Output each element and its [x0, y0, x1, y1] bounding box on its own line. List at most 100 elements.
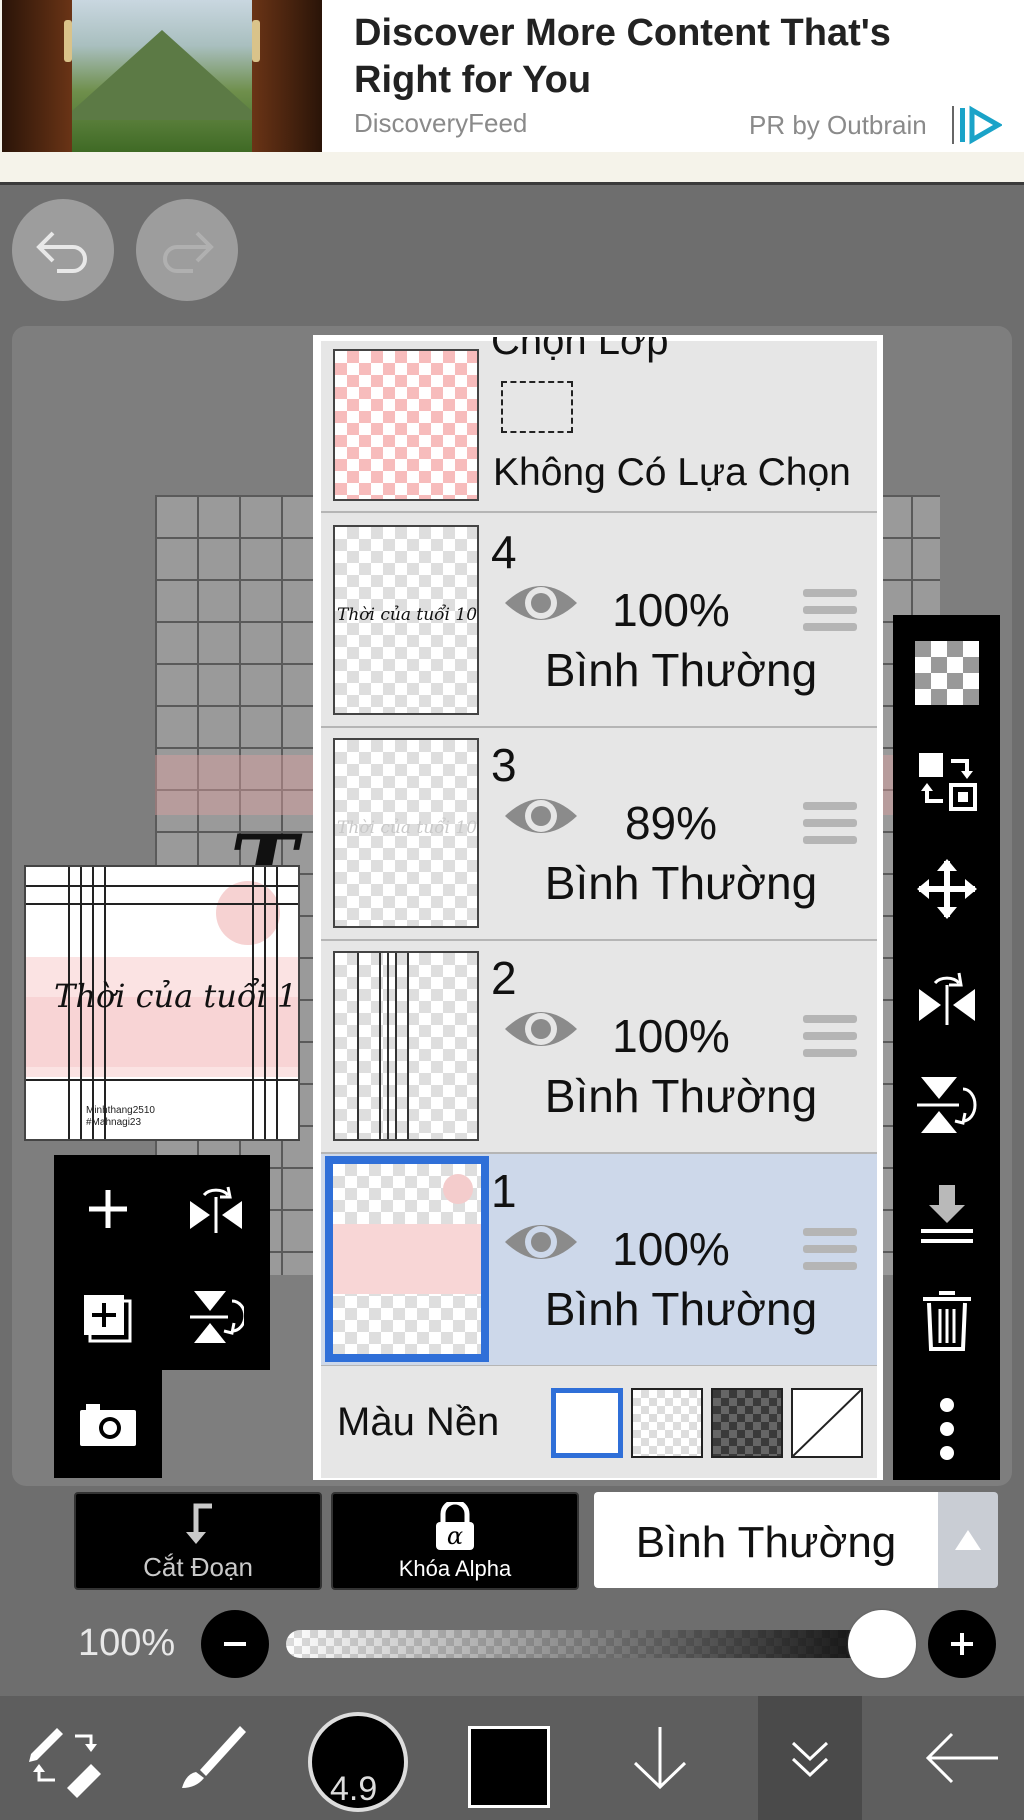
layer-down-button[interactable] — [600, 1696, 720, 1820]
background-transparent-dark-swatch[interactable] — [711, 1388, 783, 1458]
drag-handle-icon[interactable] — [803, 1015, 857, 1057]
ad-door-knob — [64, 20, 72, 62]
opacity-increase-button[interactable] — [928, 1610, 996, 1678]
layer-thumbnail: Thời của tuổi 10 — [333, 525, 479, 715]
swap-layer-button[interactable] — [893, 727, 1000, 835]
double-chevron-down-icon — [791, 1741, 829, 1778]
ad-image[interactable] — [2, 0, 322, 152]
opacity-slider-track[interactable] — [286, 1630, 886, 1658]
flip-layer-vertical-button[interactable] — [162, 1263, 270, 1371]
thumbnail-flower — [443, 1174, 473, 1204]
blend-mode-toggle[interactable] — [938, 1492, 998, 1588]
layer-row-1[interactable]: 1 100% Bình Thường — [321, 1154, 877, 1367]
background-transparent-light-swatch[interactable] — [631, 1388, 703, 1458]
clipping-button[interactable]: Cắt Đoạn — [74, 1492, 322, 1590]
preview-title-text: Thời của tuổi 10 — [54, 977, 300, 1015]
delete-layer-button[interactable] — [893, 1267, 1000, 1375]
diagonal-slash-icon — [793, 1390, 861, 1456]
thumbnail-line — [407, 953, 409, 1139]
thumbnail-line — [387, 953, 389, 1139]
pen-eraser-swap-icon — [29, 1728, 101, 1798]
trash-icon — [922, 1291, 971, 1351]
brush-size-value: 4.9 — [330, 1770, 378, 1808]
ad-divider — [952, 106, 954, 144]
ad-source: DiscoveryFeed — [354, 108, 528, 138]
layer-number: 2 — [491, 952, 517, 1004]
background-none-swatch[interactable] — [791, 1388, 863, 1458]
preview-username: Minhthang2510 — [86, 1105, 155, 1116]
move-layer-button[interactable] — [893, 835, 1000, 943]
brush-tool-button[interactable] — [150, 1696, 270, 1820]
triangle-up-icon — [955, 1530, 981, 1550]
flip-vertical-button[interactable] — [893, 1051, 1000, 1159]
layer-number: 4 — [491, 526, 517, 578]
outbrain-logo-icon[interactable] — [958, 104, 1002, 146]
flip-vertical-icon — [190, 1291, 244, 1343]
opacity-decrease-button[interactable] — [201, 1610, 269, 1678]
layer-opacity: 89% — [624, 797, 718, 849]
merge-down-icon — [920, 1185, 973, 1243]
eye-icon[interactable] — [503, 1001, 579, 1057]
ad-sponsor[interactable]: PR by Outbrain — [749, 110, 927, 141]
ad-banner[interactable]: Discover More Content That's Right for Y… — [0, 0, 1024, 185]
add-layer-button[interactable] — [54, 1155, 162, 1263]
layers-panel-toggle[interactable] — [758, 1696, 862, 1820]
drag-handle-icon[interactable] — [803, 1228, 857, 1270]
transparency-toggle-button[interactable] — [893, 619, 1000, 727]
layer-thumbnail-text: Thời của tuổi 10 — [337, 818, 478, 838]
layer-number: 3 — [491, 739, 517, 791]
blend-mode-value: Bình Thường — [635, 1518, 897, 1567]
flip-layer-horizontal-button[interactable] — [162, 1155, 270, 1263]
merge-down-button[interactable] — [893, 1159, 1000, 1267]
plus-icon — [951, 1633, 973, 1655]
more-options-button[interactable] — [893, 1375, 1000, 1483]
layer-actions-strip — [893, 615, 1000, 1480]
drag-handle-icon[interactable] — [803, 589, 857, 631]
arrow-left-icon — [925, 1732, 998, 1784]
eye-icon[interactable] — [503, 788, 579, 844]
primary-color-swatch[interactable] — [468, 1726, 550, 1808]
preview-grid-line — [26, 1079, 298, 1081]
redo-button[interactable] — [136, 199, 238, 301]
eye-icon[interactable] — [503, 575, 579, 631]
thumbnail-line — [395, 953, 397, 1139]
thumbnail-pink-band — [333, 1224, 481, 1294]
preview-grid-line — [26, 903, 298, 905]
camera-import-button[interactable] — [54, 1370, 162, 1478]
layer-opacity: 100% — [612, 584, 730, 636]
preview-hashtag: #Mahnagi23 — [86, 1117, 142, 1128]
background-white-swatch[interactable] — [551, 1388, 623, 1458]
layer-row-2[interactable]: 2 100% Bình Thường — [321, 941, 877, 1154]
back-button[interactable] — [900, 1696, 1024, 1820]
swap-icon — [918, 753, 977, 811]
arrow-down-icon — [633, 1727, 687, 1790]
tool-switch-button[interactable] — [0, 1696, 130, 1820]
ad-title[interactable]: Discover More Content That's Right for Y… — [354, 10, 994, 104]
selection-layer-title: Chọn Lớp — [491, 335, 669, 363]
layer-blend-mode: Bình Thường — [544, 644, 818, 696]
layer-row-3[interactable]: Thời của tuổi 10 3 89% Bình Thường — [321, 728, 877, 941]
clip-arrow-icon — [186, 1503, 212, 1544]
layer-row-4[interactable]: Thời của tuổi 10 4 100% Bình Thường — [321, 515, 877, 728]
canvas-preview[interactable]: Thời của tuổi 10 Minhthang2510 #Mahnagi2… — [24, 865, 300, 1141]
ad-door-right — [252, 0, 322, 152]
layers-panel[interactable]: Chọn Lớp Không Có Lựa Chọn Thời của tuổi… — [313, 335, 883, 1480]
layer-blend-mode: Bình Thường — [544, 1070, 818, 1122]
flip-vertical-icon — [916, 1077, 976, 1133]
alpha-lock-button[interactable]: α Khóa Alpha — [331, 1492, 579, 1590]
eye-icon[interactable] — [503, 1214, 579, 1270]
flip-horizontal-button[interactable] — [893, 943, 1000, 1051]
flip-horizontal-icon — [918, 972, 975, 1025]
opacity-value-label: 100% — [78, 1622, 176, 1664]
blend-mode-dropdown[interactable]: Bình Thường — [594, 1492, 938, 1588]
layer-thumbnail — [325, 1156, 489, 1362]
bottom-toolbar: 4.9 — [0, 1696, 1024, 1820]
drag-handle-icon[interactable] — [803, 802, 857, 844]
duplicate-layer-button[interactable] — [54, 1263, 162, 1371]
plus-icon — [89, 1190, 127, 1228]
selection-layer-row[interactable]: Chọn Lớp Không Có Lựa Chọn — [321, 337, 877, 513]
undo-button[interactable] — [12, 199, 114, 301]
opacity-slider-handle[interactable] — [848, 1610, 916, 1678]
layer-opacity: 100% — [612, 1010, 730, 1062]
layer-thumbnail: Thời của tuổi 10 — [333, 738, 479, 928]
